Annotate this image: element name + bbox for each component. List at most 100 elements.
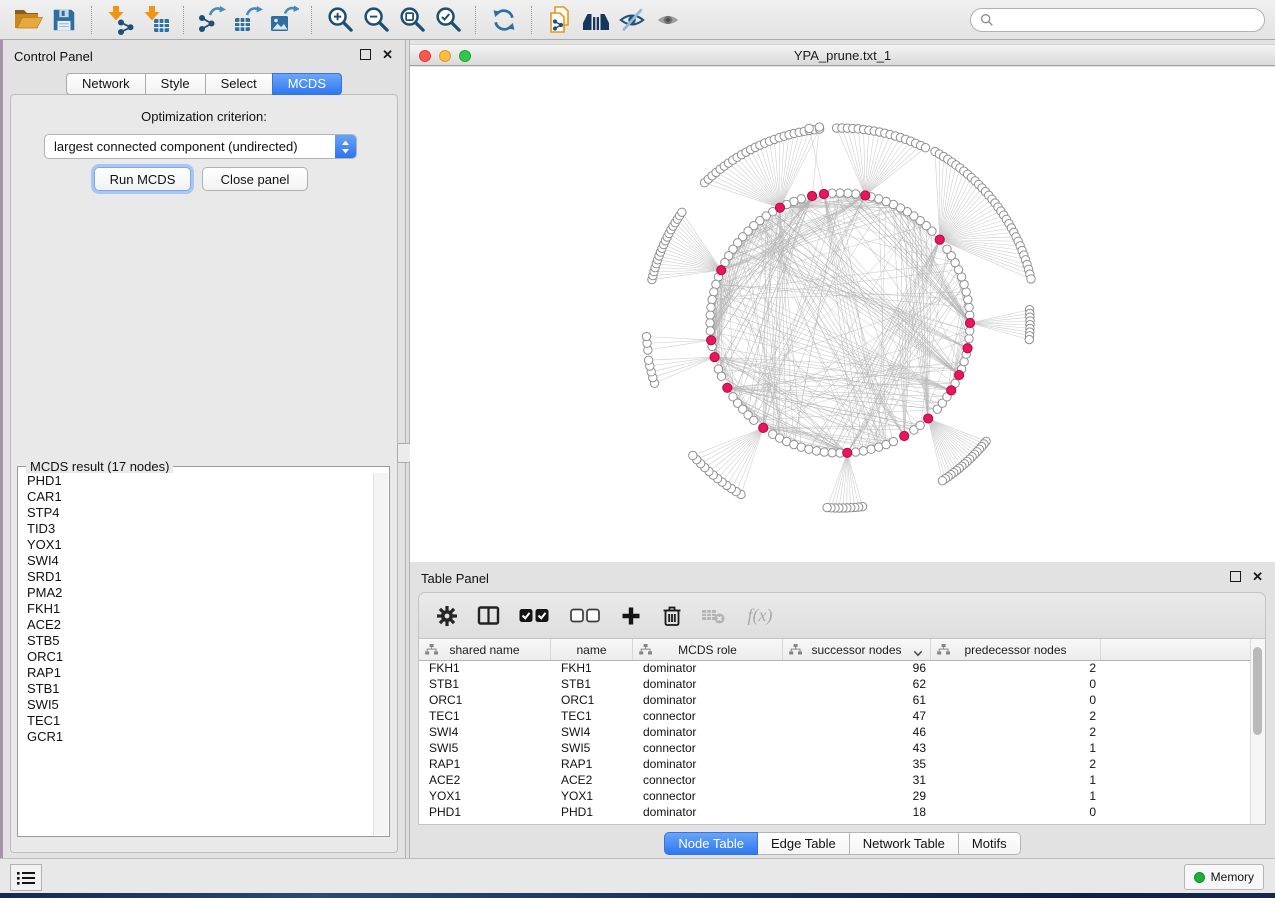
export-image-icon[interactable] xyxy=(266,3,302,37)
tab-motifs[interactable]: Motifs xyxy=(959,832,1021,855)
table-settings-icon[interactable] xyxy=(435,604,459,628)
memory-button[interactable]: Memory xyxy=(1184,864,1264,890)
table-row[interactable]: ACE2ACE2connector311 xyxy=(419,772,1251,788)
table-row[interactable]: RAP1RAP1dominator352 xyxy=(419,756,1251,772)
mcds-node[interactable] xyxy=(843,448,852,457)
search-box[interactable] xyxy=(970,8,1265,32)
zoom-fit-icon[interactable] xyxy=(394,3,430,37)
mcds-node[interactable] xyxy=(723,383,732,392)
tab-mcds[interactable]: MCDS xyxy=(272,73,342,95)
mcds-node[interactable] xyxy=(775,203,784,212)
first-neighbors-icon[interactable] xyxy=(578,3,614,37)
list-item[interactable]: TEC1 xyxy=(27,713,374,729)
log-console-button[interactable] xyxy=(10,864,42,891)
list-item[interactable]: RAP1 xyxy=(27,665,374,681)
list-item[interactable]: STP4 xyxy=(27,505,374,521)
table-row[interactable]: ORC1ORC1dominator610 xyxy=(419,692,1251,708)
scrollbar-thumb[interactable] xyxy=(1253,647,1262,735)
close-panel-button[interactable]: Close panel xyxy=(202,167,308,191)
list-item[interactable]: ORC1 xyxy=(27,649,374,665)
mcds-node[interactable] xyxy=(955,370,964,379)
table-scrollbar[interactable] xyxy=(1250,639,1265,824)
mcds-node[interactable] xyxy=(759,423,768,432)
close-panel-icon[interactable]: ✕ xyxy=(1252,571,1263,582)
list-item[interactable]: SRD1 xyxy=(27,569,374,585)
import-table-icon[interactable] xyxy=(138,3,174,37)
open-session-icon[interactable] xyxy=(10,3,46,37)
list-item[interactable]: FKH1 xyxy=(27,601,374,617)
export-network-icon[interactable] xyxy=(194,3,230,37)
list-item[interactable]: STB1 xyxy=(27,681,374,697)
show-all-icon[interactable] xyxy=(650,3,686,37)
list-item[interactable]: STB5 xyxy=(27,633,374,649)
minimize-window-icon[interactable] xyxy=(439,50,451,62)
mcds-result-list[interactable]: PHD1CAR1STP4TID3YOX1SWI4SRD1PMA2FKH1ACE2… xyxy=(19,473,374,835)
mcds-node[interactable] xyxy=(710,352,719,361)
list-item[interactable]: SWI4 xyxy=(27,553,374,569)
table-row[interactable]: TEC1TEC1connector472 xyxy=(419,708,1251,724)
column-header-shared-name[interactable]: shared name xyxy=(419,639,551,660)
list-item[interactable]: TID3 xyxy=(27,521,374,537)
list-item[interactable]: GCR1 xyxy=(27,729,374,745)
mcds-node[interactable] xyxy=(807,191,816,200)
tab-node-table[interactable]: Node Table xyxy=(664,832,758,855)
list-item[interactable]: SWI5 xyxy=(27,697,374,713)
table-row[interactable]: PHD1PHD1dominator180 xyxy=(419,804,1251,820)
column-header-predecessor-nodes[interactable]: predecessor nodes xyxy=(931,639,1101,660)
tab-select[interactable]: Select xyxy=(205,73,272,95)
maximize-window-icon[interactable] xyxy=(459,50,471,62)
tab-style[interactable]: Style xyxy=(145,73,205,95)
mcds-list-scrollbar[interactable] xyxy=(373,473,388,835)
list-item[interactable]: YOX1 xyxy=(27,537,374,553)
float-panel-icon[interactable] xyxy=(1230,571,1241,582)
mcds-node[interactable] xyxy=(924,414,933,423)
network-canvas[interactable] xyxy=(410,67,1275,562)
column-header-successor-nodes[interactable]: successor nodes xyxy=(783,639,931,660)
network-graph[interactable] xyxy=(410,67,1275,562)
delete-column-icon[interactable] xyxy=(660,604,684,628)
mcds-node[interactable] xyxy=(717,266,726,275)
list-item[interactable]: ACE2 xyxy=(27,617,374,633)
zoom-out-icon[interactable] xyxy=(358,3,394,37)
export-table-icon[interactable] xyxy=(230,3,266,37)
select-all-icon[interactable] xyxy=(517,604,551,628)
list-item[interactable]: PMA2 xyxy=(27,585,374,601)
hide-selected-icon[interactable] xyxy=(614,3,650,37)
unselect-all-icon[interactable] xyxy=(568,604,602,628)
run-mcds-button[interactable]: Run MCDS xyxy=(94,167,191,191)
tab-edge-table[interactable]: Edge Table xyxy=(758,832,850,855)
tab-network-table[interactable]: Network Table xyxy=(850,832,959,855)
mcds-node[interactable] xyxy=(861,191,870,200)
mcds-node[interactable] xyxy=(935,235,944,244)
column-header-name[interactable]: name xyxy=(551,639,633,660)
zoom-in-icon[interactable] xyxy=(322,3,358,37)
mcds-node[interactable] xyxy=(963,344,972,353)
column-header-MCDS-role[interactable]: MCDS role xyxy=(633,639,783,660)
close-panel-icon[interactable]: ✕ xyxy=(382,49,393,60)
mcds-node[interactable] xyxy=(965,318,974,327)
add-column-icon[interactable] xyxy=(619,604,643,628)
import-network-icon[interactable] xyxy=(102,3,138,37)
search-input[interactable] xyxy=(1000,12,1255,28)
mcds-node[interactable] xyxy=(900,431,909,440)
tab-network[interactable]: Network xyxy=(66,73,145,95)
splitter-grip[interactable] xyxy=(397,443,411,463)
mcds-node[interactable] xyxy=(819,189,828,198)
table-row[interactable]: SWI4SWI4dominator462 xyxy=(419,724,1251,740)
table-row[interactable]: FKH1FKH1dominator962 xyxy=(419,660,1251,676)
list-item[interactable]: PHD1 xyxy=(27,473,374,489)
close-window-icon[interactable] xyxy=(419,50,431,62)
save-session-icon[interactable] xyxy=(46,3,82,37)
zoom-selected-icon[interactable] xyxy=(430,3,466,37)
table-row[interactable]: SWI5SWI5connector431 xyxy=(419,740,1251,756)
criterion-dropdown[interactable]: largest connected component (undirected) xyxy=(44,134,357,159)
mcds-node[interactable] xyxy=(707,336,716,345)
list-item[interactable]: CAR1 xyxy=(27,489,374,505)
refresh-view-icon[interactable] xyxy=(486,3,522,37)
table-row[interactable]: STB1STB1dominator620 xyxy=(419,676,1251,692)
float-panel-icon[interactable] xyxy=(360,49,371,60)
show-column-panel-icon[interactable] xyxy=(476,604,500,628)
table-row[interactable]: YOX1YOX1connector291 xyxy=(419,788,1251,804)
clone-network-icon[interactable] xyxy=(542,3,578,37)
mcds-node[interactable] xyxy=(947,386,956,395)
